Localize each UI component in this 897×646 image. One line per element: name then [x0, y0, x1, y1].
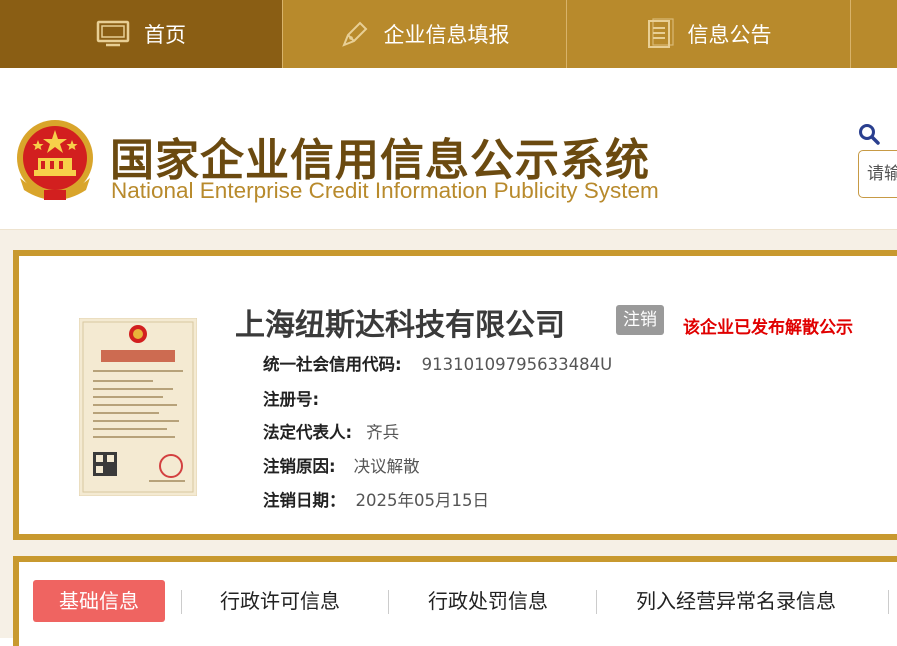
nav-item-label: 信息公告 [687, 23, 772, 47]
company-name: 上海纽斯达科技有限公司 [235, 308, 565, 343]
nav-item-report[interactable]: 企业信息填报 [283, 0, 567, 68]
nav-item-more[interactable] [851, 0, 897, 68]
field-label: 法定代表人: [263, 423, 353, 442]
site-header: 国家企业信用信息公示系统 National Enterprise Credit … [0, 68, 897, 230]
monitor-icon [96, 20, 130, 48]
tab-divider [888, 590, 889, 614]
field-registration-number: 注册号: [263, 386, 319, 410]
company-card: 上海纽斯达科技有限公司 注销 该企业已发布解散公示 统一社会信用代码: 91310… [13, 250, 897, 540]
dissolution-notice-link[interactable]: 该企业已发布解散公示 [683, 313, 853, 338]
tab-basic-info[interactable]: 基础信息 [33, 580, 165, 622]
search-input[interactable] [858, 150, 897, 198]
tab-admin-license[interactable]: 行政许可信息 [220, 580, 340, 622]
site-subtitle: National Enterprise Credit Information P… [111, 178, 659, 203]
info-tabs: 基础信息 行政许可信息 行政处罚信息 列入经营异常名录信息 [13, 556, 897, 646]
field-legal-representative: 法定代表人: 齐兵 [263, 419, 399, 443]
tab-divider [596, 590, 597, 614]
national-emblem-icon [14, 118, 96, 204]
field-credit-code: 统一社会信用代码: 91310109795633484U [263, 351, 612, 375]
field-value: 91310109795633484U [421, 355, 613, 374]
pen-icon [340, 19, 370, 49]
field-cancellation-reason: 注销原因: 决议解散 [263, 453, 420, 477]
business-license-image[interactable] [78, 317, 198, 497]
nav-item-label: 企业信息填报 [383, 23, 510, 47]
search-icon[interactable] [858, 123, 880, 149]
nav-item-announcement[interactable]: 信息公告 [567, 0, 851, 68]
field-label: 注册号: [263, 390, 320, 409]
field-cancellation-date: 注销日期： 2025年05月15日 [263, 487, 489, 511]
top-nav: 首页 企业信息填报 信息公告 [0, 0, 897, 68]
tab-divider [388, 590, 389, 614]
tab-admin-penalty[interactable]: 行政处罚信息 [428, 580, 548, 622]
tab-divider [181, 590, 182, 614]
status-badge: 注销 [616, 305, 664, 335]
field-label: 注销日期： [263, 491, 346, 510]
field-value: 2025年05月15日 [355, 491, 489, 510]
field-value: 决议解散 [353, 457, 420, 476]
tab-abnormal-operation[interactable]: 列入经营异常名录信息 [636, 580, 836, 622]
field-label: 统一社会信用代码: [263, 355, 402, 374]
document-icon [646, 18, 674, 50]
field-value: 齐兵 [366, 423, 400, 442]
field-label: 注销原因: [263, 457, 336, 476]
nav-item-label: 首页 [144, 23, 186, 47]
nav-item-home[interactable]: 首页 [0, 0, 283, 68]
